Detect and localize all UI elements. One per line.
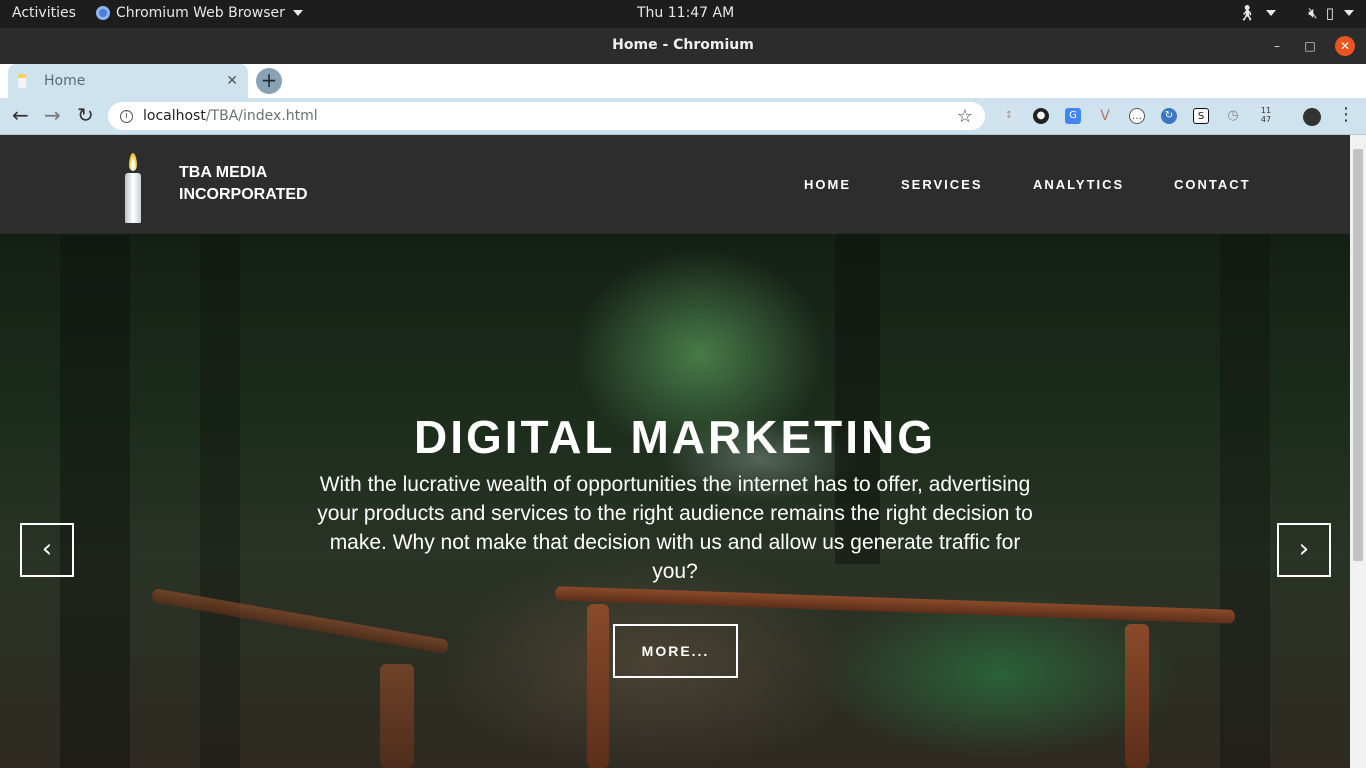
brand-line-1: TBA MEDIA <box>179 164 268 181</box>
activities-button[interactable]: Activities <box>12 5 76 21</box>
site-brand[interactable]: TBA MEDIA INCORPORATED <box>179 162 308 206</box>
window-title: Home - Chromium <box>612 37 754 53</box>
candle-logo[interactable] <box>124 153 142 223</box>
maximize-button[interactable]: □ <box>1300 36 1320 56</box>
chevron-left-icon: ‹ <box>41 534 53 564</box>
nav-contact[interactable]: CONTACT <box>1174 177 1251 192</box>
browser-menu-icon[interactable]: ⋮ <box>1337 105 1355 125</box>
minimize-button[interactable]: – <box>1267 36 1287 56</box>
tab-title: Home <box>44 73 86 89</box>
nav-analytics[interactable]: ANALYTICS <box>1033 177 1124 192</box>
profile-avatar[interactable] <box>1303 108 1321 126</box>
url-host: localhost <box>143 108 206 124</box>
battery-icon[interactable]: ▯ <box>1326 4 1334 22</box>
extension-clock-icon[interactable]: ◷ <box>1225 108 1241 124</box>
extension-refresh-icon[interactable]: ↻ <box>1161 108 1177 124</box>
app-menu-label: Chromium Web Browser <box>116 5 285 21</box>
new-tab-button[interactable]: + <box>256 68 282 94</box>
hero-content: DIGITAL MARKETING With the lucrative wea… <box>0 234 1350 768</box>
chevron-down-icon <box>292 10 303 16</box>
volume-muted-icon[interactable]: 🔇︎ <box>1308 4 1317 22</box>
forward-button[interactable]: → <box>44 105 61 125</box>
more-button[interactable]: MORE... <box>613 624 738 678</box>
hero-text: With the lucrative wealth of opportuniti… <box>317 473 1033 583</box>
chevron-right-icon: › <box>1298 534 1310 564</box>
extension-code-icon[interactable]: … <box>1129 108 1145 124</box>
url-path: /TBA/index.html <box>205 108 318 124</box>
carousel-prev-button[interactable]: ‹ <box>20 523 74 577</box>
chevron-down-icon[interactable] <box>1344 10 1354 16</box>
reload-button[interactable]: ↻ <box>77 105 94 125</box>
bookmark-star-icon[interactable]: ☆ <box>957 106 973 127</box>
back-button[interactable]: ← <box>12 105 29 125</box>
system-tray[interactable]: 🚶︎ 🔇︎ ▯ <box>1237 4 1354 22</box>
hero-carousel: DIGITAL MARKETING With the lucrative wea… <box>0 234 1350 768</box>
google-translate-icon[interactable]: G <box>1065 108 1081 124</box>
brand-line-2: INCORPORATED <box>179 186 308 203</box>
close-tab-icon[interactable]: ✕ <box>226 73 238 89</box>
close-window-button[interactable]: ✕ <box>1335 36 1355 56</box>
extension-v-icon[interactable]: V <box>1097 108 1113 124</box>
candle-body <box>125 173 141 223</box>
page-scrollbar[interactable] <box>1350 135 1366 768</box>
app-menu[interactable]: Chromium Web Browser <box>96 5 303 21</box>
tab-strip: Home ✕ + <box>0 64 1366 98</box>
candle-flame <box>129 153 137 171</box>
tab-home[interactable]: Home ✕ <box>8 64 248 98</box>
candle-favicon-icon <box>18 74 26 88</box>
nav-services[interactable]: SERVICES <box>901 177 983 192</box>
accessibility-icon[interactable]: 🚶︎ <box>1237 4 1256 22</box>
webpage: TBA MEDIA INCORPORATED HOME SERVICES ANA… <box>0 135 1350 768</box>
clock[interactable]: Thu 11:47 AM <box>637 5 734 21</box>
chevron-down-icon[interactable] <box>1266 10 1277 16</box>
address-bar[interactable]: i localhost/TBA/index.html ☆ <box>108 102 985 130</box>
os-top-bar: Activities Chromium Web Browser Thu 11:4… <box>0 0 1366 28</box>
nav-home[interactable]: HOME <box>804 177 851 192</box>
scrollbar-thumb[interactable] <box>1353 149 1363 561</box>
chromium-icon <box>96 6 110 20</box>
browser-toolbar: ← → ↻ i localhost/TBA/index.html ☆ ↕ ● G… <box>0 98 1366 135</box>
site-header: TBA MEDIA INCORPORATED HOME SERVICES ANA… <box>0 135 1350 234</box>
extension-icon[interactable]: ↕ <box>1001 108 1017 124</box>
hero-title: DIGITAL MARKETING <box>413 411 937 463</box>
extension-record-icon[interactable]: ● <box>1033 108 1049 124</box>
window-title-bar: Home - Chromium – □ ✕ <box>0 28 1366 64</box>
info-icon[interactable]: i <box>120 109 133 123</box>
carousel-next-button[interactable]: › <box>1277 523 1331 577</box>
extension-timer-badge[interactable]: 11 47 <box>1257 106 1275 126</box>
extension-s-icon[interactable]: S <box>1193 108 1209 124</box>
